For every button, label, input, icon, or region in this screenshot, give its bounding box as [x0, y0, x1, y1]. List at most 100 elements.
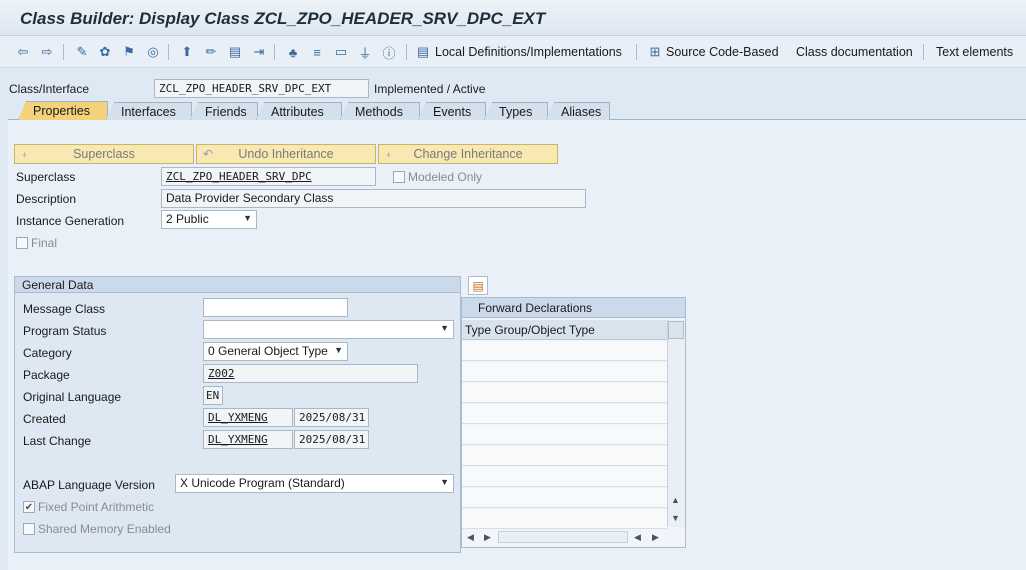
hierarchy-icon[interactable]: ♣	[284, 43, 302, 61]
class-documentation-button[interactable]: Class documentation	[796, 45, 913, 59]
final-label: Final	[31, 236, 58, 250]
toolbar-separator	[406, 44, 407, 60]
created-user-field[interactable]: DL_YXMENG	[203, 408, 293, 427]
modeled-only-checkbox[interactable]: Modeled Only	[393, 170, 482, 184]
activate-icon[interactable]: ⚑	[120, 43, 138, 61]
scroll-right-icon[interactable]: ▶	[652, 532, 659, 543]
superclass-label: Superclass	[16, 170, 76, 184]
table-settings-icon[interactable]: ▤	[468, 276, 488, 295]
abap-version-value: X Unicode Program (Standard)	[180, 476, 345, 490]
scroll-left-icon[interactable]: ◀	[467, 532, 474, 543]
table-row[interactable]	[462, 425, 667, 445]
instance-generation-label: Instance Generation	[16, 214, 125, 228]
superclass-button[interactable]: ⍖ Superclass	[14, 144, 194, 164]
status-text: Implemented / Active	[374, 82, 486, 96]
tab-methods[interactable]: Methods	[340, 102, 420, 120]
undo-inheritance-label: Undo Inheritance	[238, 147, 334, 161]
last-change-date-field[interactable]: 2025/08/31	[294, 430, 369, 449]
table-row[interactable]	[462, 509, 667, 529]
document-icon: ▤	[416, 44, 430, 59]
where-used-icon[interactable]: ⬆	[178, 43, 196, 61]
filter-icon[interactable]: ⏚	[356, 43, 374, 61]
table-row[interactable]	[462, 383, 667, 403]
toolbar-separator	[63, 44, 64, 60]
toolbar-separator	[274, 44, 275, 60]
back-arrow-icon[interactable]: ⇦	[14, 43, 32, 61]
scroll-up-icon[interactable]: ▲	[671, 495, 680, 505]
tab-interfaces[interactable]: Interfaces	[106, 102, 192, 120]
instance-generation-dropdown[interactable]: 2 Public ▼	[161, 210, 257, 229]
tab-types[interactable]: Types	[484, 102, 548, 120]
message-class-field[interactable]	[203, 298, 348, 317]
tab-properties[interactable]: Properties	[18, 101, 108, 120]
list-icon[interactable]: ≡	[308, 43, 326, 61]
tab-events[interactable]: Events	[418, 102, 486, 120]
shared-memory-label: Shared Memory Enabled	[38, 522, 171, 536]
tab-friends[interactable]: Friends	[190, 102, 258, 120]
forward-arrow-icon[interactable]: ⇨	[38, 43, 56, 61]
original-language-field[interactable]: EN	[203, 386, 223, 405]
class-interface-field[interactable]: ZCL_ZPO_HEADER_SRV_DPC_EXT	[154, 79, 369, 98]
signature-icon[interactable]: ⇥	[250, 43, 268, 61]
last-change-user-field[interactable]: DL_YXMENG	[203, 430, 293, 449]
pattern-icon[interactable]: ✏	[202, 43, 220, 61]
undo-icon: ↶	[203, 147, 214, 161]
checkmark-icon: ✔	[23, 501, 35, 513]
table-row[interactable]	[462, 446, 667, 466]
undo-inheritance-button[interactable]: ↶ Undo Inheritance	[196, 144, 376, 164]
checkbox-box	[393, 171, 405, 183]
change-inheritance-label: Change Inheritance	[413, 147, 523, 161]
scroll-left-icon[interactable]: ◀	[634, 532, 641, 543]
tab-aliases[interactable]: Aliases	[546, 102, 610, 120]
scroll-down-icon[interactable]: ▼	[671, 513, 680, 523]
modeled-only-label: Modeled Only	[408, 170, 483, 184]
checkbox-box	[23, 523, 35, 535]
abap-version-dropdown[interactable]: X Unicode Program (Standard) ▼	[175, 474, 454, 493]
table-row[interactable]	[462, 467, 667, 487]
forward-declarations-title: Forward Declarations	[462, 298, 685, 318]
final-checkbox[interactable]: Final	[16, 236, 57, 250]
description-label: Description	[16, 192, 77, 206]
test-icon[interactable]: ◎	[144, 43, 162, 61]
description-field[interactable]: Data Provider Secondary Class	[161, 189, 586, 208]
category-label: Category	[23, 346, 72, 360]
pretty-printer-icon[interactable]: ▤	[226, 43, 244, 61]
dropdown-arrow-icon: ▼	[243, 213, 252, 223]
package-field[interactable]: Z002	[203, 364, 418, 383]
info-icon[interactable]: ⓘ	[380, 43, 398, 61]
general-data-title: General Data	[15, 277, 460, 293]
horizontal-scrollbar[interactable]	[498, 531, 628, 543]
abap-version-label: ABAP Language Version	[23, 478, 155, 492]
category-dropdown[interactable]: 0 General Object Type ▼	[203, 342, 348, 361]
created-label: Created	[23, 412, 66, 426]
scroll-right-icon[interactable]: ▶	[484, 532, 491, 543]
check-icon[interactable]: ✿	[96, 43, 114, 61]
category-value: 0 General Object Type	[208, 344, 328, 358]
type-group-column-header[interactable]: Type Group/Object Type	[462, 320, 667, 340]
display-object-list-icon[interactable]: ▭	[332, 43, 350, 61]
dropdown-arrow-icon: ▼	[334, 345, 343, 355]
class-interface-label: Class/Interface	[9, 82, 90, 96]
switch-display-change-icon[interactable]: ✎	[73, 43, 91, 61]
text-elements-button[interactable]: Text elements	[936, 45, 1013, 59]
original-language-label: Original Language	[23, 390, 122, 404]
change-inheritance-button[interactable]: ⍖ Change Inheritance	[378, 144, 558, 164]
tab-attributes[interactable]: Attributes	[256, 102, 342, 120]
scrollbar-thumb[interactable]	[668, 321, 684, 339]
superclass-field[interactable]: ZCL_ZPO_HEADER_SRV_DPC	[161, 167, 376, 186]
inherit-icon: ⍖	[385, 146, 393, 161]
table-row[interactable]	[462, 404, 667, 424]
created-date-field[interactable]: 2025/08/31	[294, 408, 369, 427]
table-row[interactable]	[462, 341, 667, 361]
table-row[interactable]	[462, 362, 667, 382]
program-status-dropdown[interactable]: ▼	[203, 320, 454, 339]
instance-generation-value: 2 Public	[166, 212, 209, 226]
fixed-point-checkbox[interactable]: ✔ Fixed Point Arithmetic	[23, 500, 154, 514]
checkbox-box	[16, 237, 28, 249]
shared-memory-checkbox[interactable]: Shared Memory Enabled	[23, 522, 171, 536]
source-code-icon: ⊞	[649, 44, 661, 59]
last-change-label: Last Change	[23, 434, 92, 448]
source-code-based-button[interactable]: Source Code-Based	[666, 45, 779, 59]
table-row[interactable]	[462, 488, 667, 508]
local-definitions-button[interactable]: Local Definitions/Implementations	[435, 45, 622, 59]
